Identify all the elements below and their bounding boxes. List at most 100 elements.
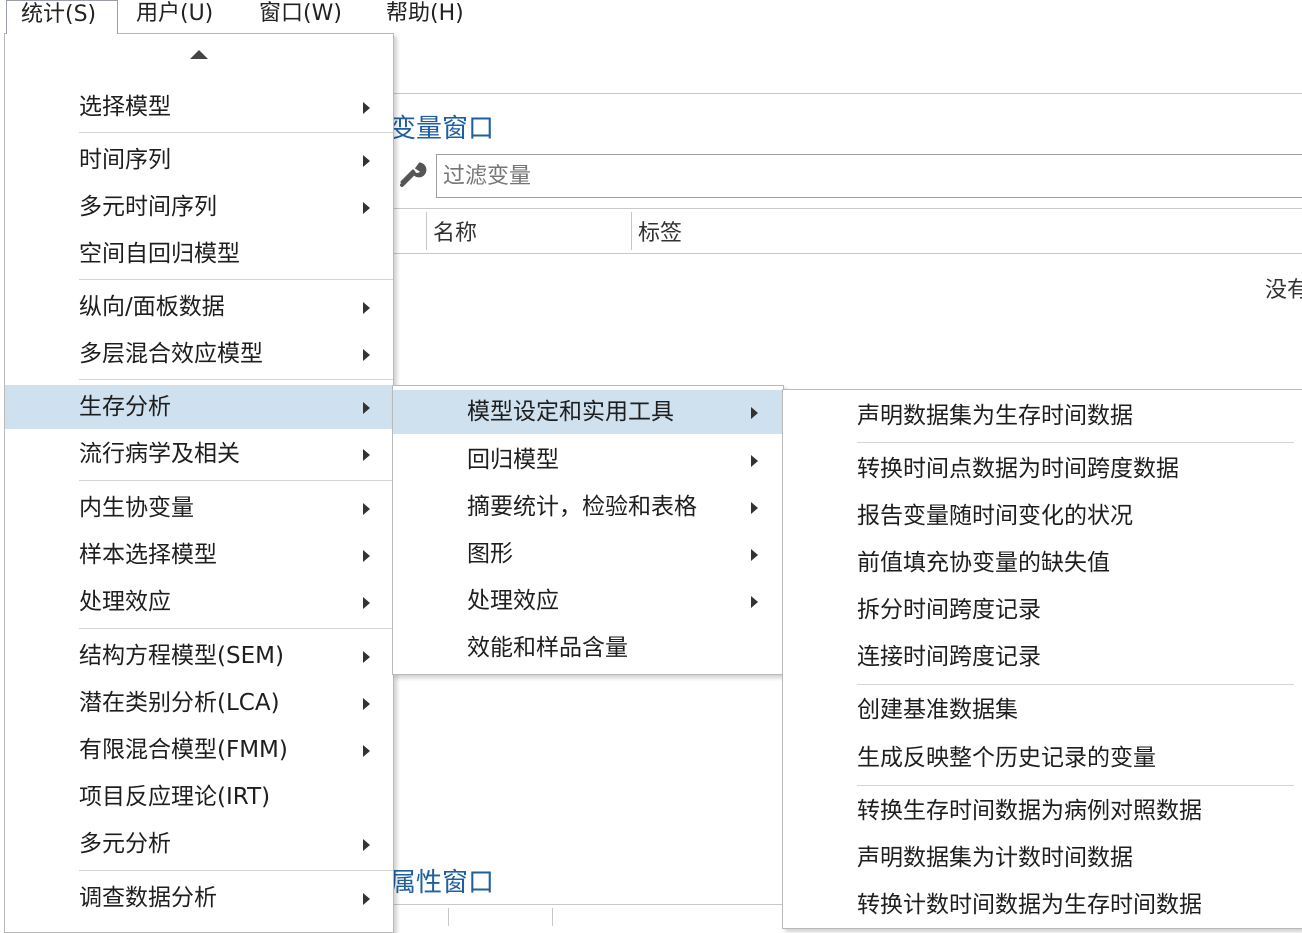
menu-item-label: 处理效应: [79, 589, 171, 615]
menu-item-label: 样本选择模型: [79, 542, 217, 568]
menu-separator: [857, 442, 1294, 443]
menu-item-multilevel-mixed[interactable]: 多层混合效应模型: [5, 332, 393, 376]
menu-item-label: 选择模型: [79, 94, 171, 120]
statistics-menu: 选择模型 时间序列 多元时间序列 空间自回归模型 纵向/面板数据 多层混合效应模…: [4, 33, 394, 933]
column-header-label[interactable]: 标签: [638, 215, 682, 247]
menu-item-regression-models[interactable]: 回归模型: [393, 438, 783, 482]
menu-item-treatment-effects[interactable]: 处理效应: [5, 580, 393, 624]
menu-statistics[interactable]: 统计(S): [6, 0, 118, 34]
menu-item-label: 声明数据集为生存时间数据: [857, 403, 1133, 429]
menu-item-label: 连接时间跨度记录: [857, 644, 1041, 670]
submenu-arrow-icon: [363, 102, 370, 114]
menu-item-convert-count-to-survival[interactable]: 转换计数时间数据为生存时间数据: [783, 883, 1302, 927]
menu-item-endogenous-covariates[interactable]: 内生协变量: [5, 486, 393, 530]
menu-bar: 统计(S) 用户(U) 窗口(W) 帮助(H): [0, 0, 1302, 34]
submenu-arrow-icon: [363, 503, 370, 515]
menu-item-setup-utilities[interactable]: 模型设定和实用工具: [393, 390, 783, 434]
menu-item-multivariate-analysis[interactable]: 多元分析: [5, 822, 393, 866]
menu-item-label: 创建基准数据集: [857, 697, 1018, 723]
menu-item-declare-survival-data[interactable]: 声明数据集为生存时间数据: [783, 394, 1302, 438]
menu-item-label: 有限混合模型(FMM): [79, 737, 288, 763]
submenu-arrow-icon: [751, 549, 758, 561]
submenu-arrow-icon: [363, 202, 370, 214]
menu-item-sem[interactable]: 结构方程模型(SEM): [5, 634, 393, 678]
menu-item-label: 处理效应: [467, 588, 559, 614]
column-header-name[interactable]: 名称: [433, 215, 477, 247]
variables-window-title: 变量窗口: [390, 114, 495, 144]
submenu-arrow-icon: [363, 402, 370, 414]
menu-item-split-time-span[interactable]: 拆分时间跨度记录: [783, 588, 1302, 632]
menu-separator: [79, 870, 393, 871]
menu-item-label: 生成反映整个历史记录的变量: [857, 745, 1156, 771]
menu-item-power-sample-size[interactable]: 效能和样品含量: [393, 626, 783, 670]
menu-item-sample-selection[interactable]: 样本选择模型: [5, 533, 393, 577]
menu-item-epidemiology[interactable]: 流行病学及相关: [5, 432, 393, 476]
menu-item-irt[interactable]: 项目反应理论(IRT): [5, 775, 393, 819]
submenu-arrow-icon: [363, 893, 370, 905]
toolbar-separator: [448, 908, 449, 926]
menu-item-label: 回归模型: [467, 447, 559, 473]
menu-item-label: 转换生存时间数据为病例对照数据: [857, 798, 1202, 824]
column-divider[interactable]: [631, 212, 632, 250]
submenu-arrow-icon: [363, 597, 370, 609]
submenu-arrow-icon: [751, 502, 758, 514]
menu-item-report-time-varying[interactable]: 报告变量随时间变化的状况: [783, 494, 1302, 538]
menu-item-lca[interactable]: 潜在类别分析(LCA): [5, 681, 393, 725]
menu-separator: [857, 785, 1294, 786]
menu-separator: [79, 132, 393, 133]
menu-item-spatial-autoregressive[interactable]: 空间自回归模型: [5, 232, 393, 276]
filter-variables-input[interactable]: [436, 154, 1302, 198]
menu-item-summary-statistics[interactable]: 摘要统计，检验和表格: [393, 485, 783, 529]
menu-separator: [857, 684, 1294, 685]
menu-item-multivariate-time-series[interactable]: 多元时间序列: [5, 185, 393, 229]
scroll-up-icon[interactable]: [190, 50, 208, 59]
menu-separator: [79, 480, 393, 481]
submenu-arrow-icon: [363, 745, 370, 757]
properties-toolbar-line: [394, 904, 784, 905]
menu-item-graphs[interactable]: 图形: [393, 532, 783, 576]
menu-item-convert-snapshot-to-span[interactable]: 转换时间点数据为时间跨度数据: [783, 447, 1302, 491]
menu-item-label: 效能和样品含量: [467, 635, 628, 661]
empty-variables-message: 没有: [1265, 278, 1302, 303]
menu-separator: [79, 379, 393, 380]
menu-separator: [79, 279, 393, 280]
menu-item-label: 模型设定和实用工具: [467, 399, 674, 425]
submenu-arrow-icon: [363, 349, 370, 361]
menu-item-survival-analysis[interactable]: 生存分析: [5, 385, 393, 429]
submenu-arrow-icon: [363, 651, 370, 663]
menu-item-label: 流行病学及相关: [79, 441, 240, 467]
menu-item-join-time-span[interactable]: 连接时间跨度记录: [783, 635, 1302, 679]
menu-separator: [79, 628, 393, 629]
menu-item-create-base-dataset[interactable]: 创建基准数据集: [783, 688, 1302, 732]
menu-window[interactable]: 窗口(W): [259, 0, 342, 34]
menu-item-panel-data[interactable]: 纵向/面板数据: [5, 285, 393, 329]
menu-item-label: 声明数据集为计数时间数据: [857, 845, 1133, 871]
menu-item-choice-models[interactable]: 选择模型: [5, 85, 393, 129]
menu-item-time-series[interactable]: 时间序列: [5, 138, 393, 182]
menu-help[interactable]: 帮助(H): [386, 0, 464, 34]
menu-item-label: 纵向/面板数据: [79, 294, 225, 320]
menu-item-label: 拆分时间跨度记录: [857, 597, 1041, 623]
menu-item-label: 生存分析: [79, 394, 171, 420]
menu-user[interactable]: 用户(U): [136, 0, 213, 34]
menu-item-fill-missing-covariates[interactable]: 前值填充协变量的缺失值: [783, 541, 1302, 585]
menu-item-convert-to-case-control[interactable]: 转换生存时间数据为病例对照数据: [783, 789, 1302, 833]
menu-item-generate-history-variable[interactable]: 生成反映整个历史记录的变量: [783, 736, 1302, 780]
menu-item-treatment-effects[interactable]: 处理效应: [393, 579, 783, 623]
submenu-arrow-icon: [363, 839, 370, 851]
setup-utilities-submenu: 声明数据集为生存时间数据 转换时间点数据为时间跨度数据 报告变量随时间变化的状况…: [782, 389, 1302, 929]
menu-item-survey-data[interactable]: 调查数据分析: [5, 876, 393, 920]
submenu-arrow-icon: [363, 155, 370, 167]
menu-item-declare-count-time[interactable]: 声明数据集为计数时间数据: [783, 836, 1302, 880]
menu-item-label: 报告变量随时间变化的状况: [857, 503, 1133, 529]
wrench-icon[interactable]: [398, 160, 428, 190]
menu-item-fmm[interactable]: 有限混合模型(FMM): [5, 728, 393, 772]
submenu-arrow-icon: [363, 550, 370, 562]
submenu-arrow-icon: [751, 596, 758, 608]
column-divider[interactable]: [426, 212, 427, 250]
menu-item-label: 转换时间点数据为时间跨度数据: [857, 456, 1179, 482]
menu-item-label: 项目反应理论(IRT): [79, 784, 271, 810]
menu-item-label: 空间自回归模型: [79, 241, 240, 267]
submenu-arrow-icon: [363, 302, 370, 314]
submenu-arrow-icon: [363, 698, 370, 710]
